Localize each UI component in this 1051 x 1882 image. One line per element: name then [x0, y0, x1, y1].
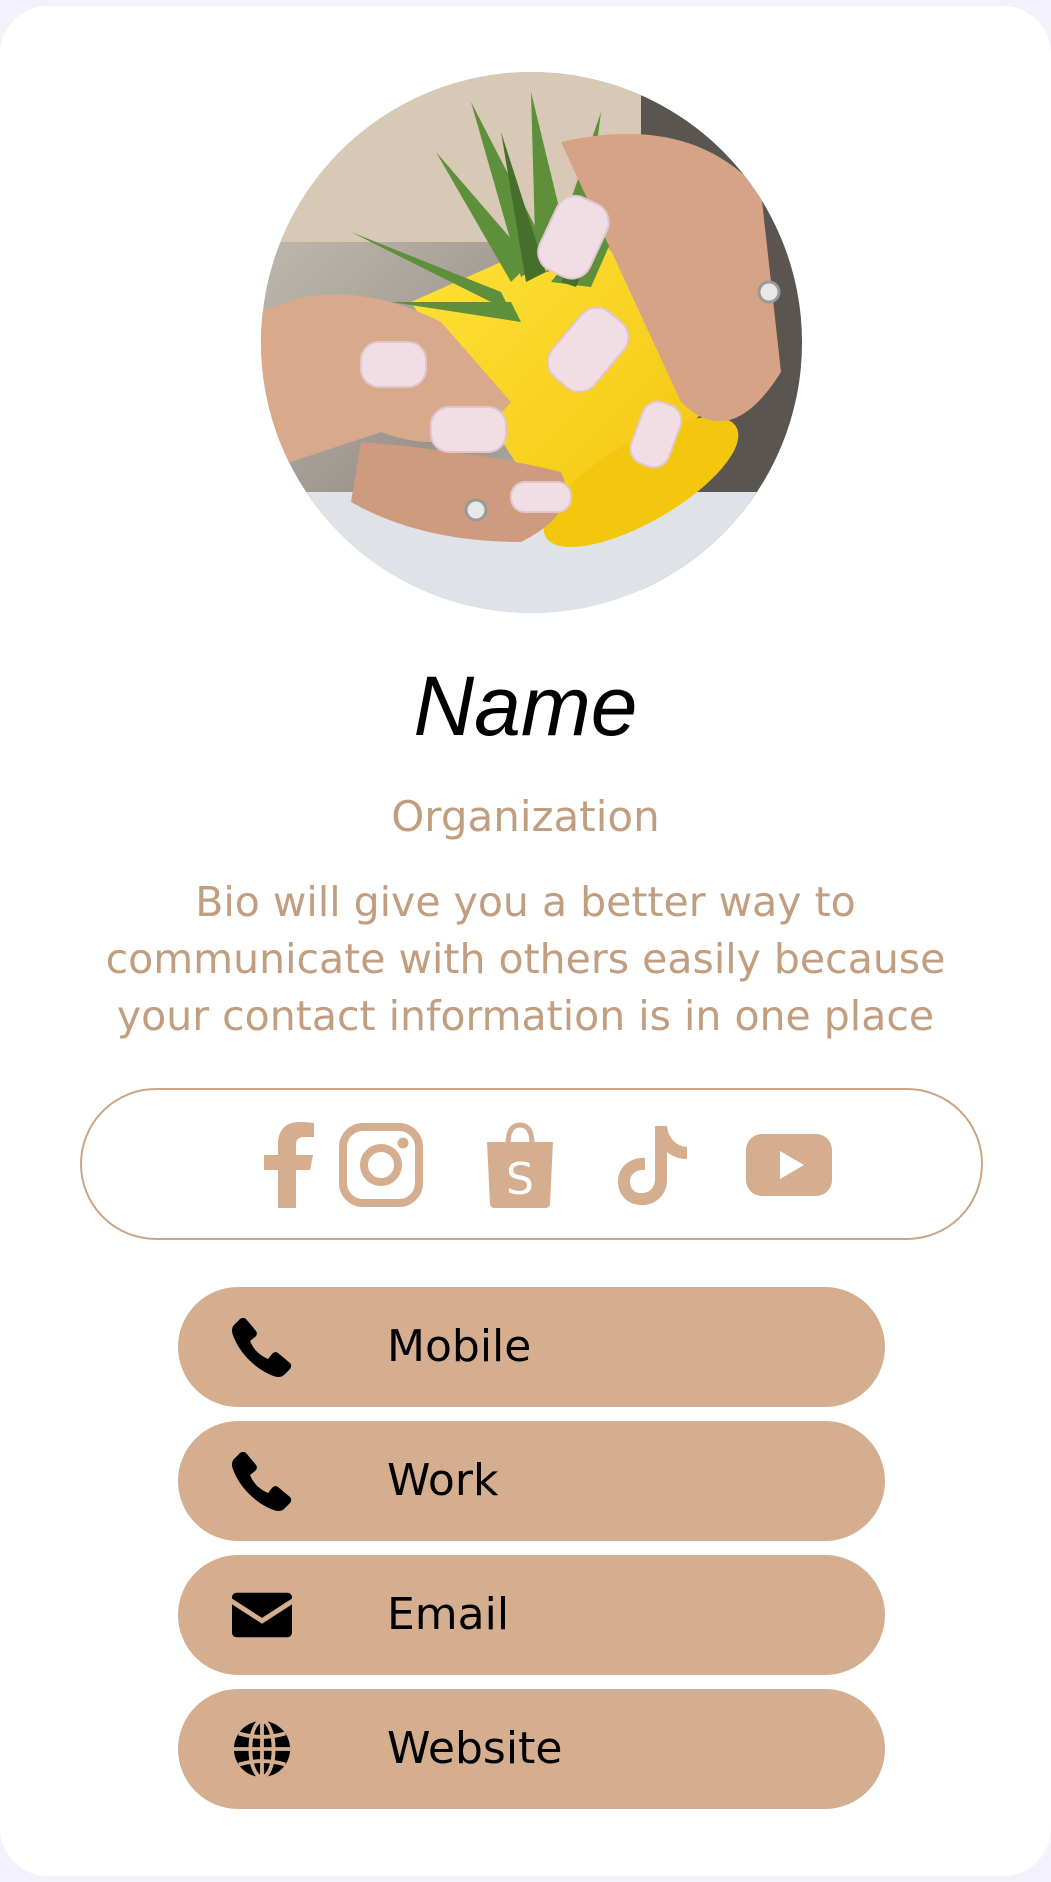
phone-icon — [232, 1317, 292, 1377]
email-label: Email — [387, 1589, 510, 1640]
work-button[interactable]: Work — [178, 1421, 885, 1541]
youtube-icon[interactable] — [744, 1120, 834, 1210]
envelope-icon — [232, 1585, 292, 1645]
mobile-button[interactable]: Mobile — [178, 1287, 885, 1407]
profile-bio: Bio will give you a better way to commun… — [105, 878, 946, 1040]
mobile-label: Mobile — [387, 1321, 532, 1372]
website-button[interactable]: Website — [178, 1689, 885, 1809]
profile-avatar — [261, 72, 802, 613]
profile-organization: Organization — [391, 792, 660, 841]
globe-icon — [232, 1719, 292, 1779]
profile-name: Name — [413, 659, 638, 753]
shopify-icon[interactable]: S — [475, 1120, 565, 1210]
website-label: Website — [387, 1723, 563, 1774]
facebook-icon[interactable] — [244, 1120, 334, 1210]
profile-card: Name Organization Bio will give you a be… — [0, 6, 1051, 1876]
instagram-icon[interactable] — [336, 1120, 426, 1210]
tiktok-icon[interactable] — [607, 1120, 697, 1210]
work-label: Work — [387, 1455, 499, 1506]
social-links-bar: S — [80, 1088, 983, 1240]
svg-text:S: S — [506, 1154, 534, 1205]
email-button[interactable]: Email — [178, 1555, 885, 1675]
phone-icon — [232, 1451, 292, 1511]
